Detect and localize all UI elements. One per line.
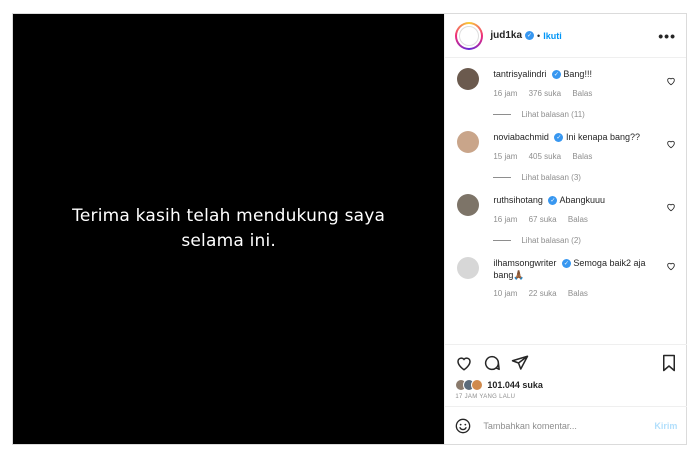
liker-avatar <box>471 379 484 391</box>
comment-username[interactable]: tantrisyalindri <box>493 69 546 79</box>
verified-badge-icon: ✓ <box>551 70 561 80</box>
heart-icon[interactable] <box>666 202 676 212</box>
more-options-icon[interactable]: ••• <box>658 28 676 44</box>
verified-badge-icon: ✓ <box>554 133 564 143</box>
emoji-icon[interactable] <box>455 418 471 434</box>
post-timestamp: 17 JAM YANG LALU <box>455 394 516 400</box>
follow-button[interactable]: Ikuti <box>543 31 562 41</box>
post-actions: 101.044 suka 17 JAM YANG LALU <box>445 344 688 400</box>
comment-item: ruthsihotang ✓ Abangkuuu 16 jam 67 suka … <box>445 194 686 245</box>
view-replies-label: Lihat balasan (2) <box>521 236 581 245</box>
view-replies-button[interactable]: Lihat balasan (2) <box>493 236 653 245</box>
heart-icon[interactable] <box>666 261 676 271</box>
bookmark-icon[interactable] <box>661 354 677 372</box>
replies-divider <box>493 177 512 178</box>
post-sidebar: jud1ka ✓ • Ikuti ••• tantrisyalindri ✓ B… <box>444 14 688 444</box>
heart-icon[interactable] <box>666 139 676 149</box>
comment-bubble-icon[interactable] <box>483 354 501 372</box>
commenter-avatar[interactable] <box>457 131 480 153</box>
reply-button[interactable]: Balas <box>572 89 592 98</box>
comment-username[interactable]: ruthsihotang <box>493 195 543 205</box>
reply-button[interactable]: Balas <box>572 152 592 161</box>
avatar-image <box>459 25 480 46</box>
reply-button[interactable]: Balas <box>568 289 588 298</box>
share-send-icon[interactable] <box>511 354 529 372</box>
likes-number: 101.044 <box>487 380 520 390</box>
verified-badge-icon: ✓ <box>525 31 535 40</box>
comment-input[interactable]: Tambahkan komentar... <box>483 421 577 431</box>
verified-badge-icon: ✓ <box>548 196 558 206</box>
commenter-avatar[interactable] <box>457 194 480 216</box>
heart-icon[interactable] <box>666 76 676 86</box>
reply-button[interactable]: Balas <box>568 215 588 224</box>
author-avatar[interactable] <box>455 21 484 50</box>
like-heart-icon[interactable] <box>455 354 473 372</box>
comment-text: Ini kenapa bang?? <box>565 132 641 142</box>
comment-item: tantrisyalindri ✓ Bang!!! 16 jam 376 suk… <box>445 68 686 119</box>
post-comment-button[interactable]: Kirim <box>654 421 677 431</box>
comment-text: Abangkuuu <box>559 195 605 205</box>
comment-time: 10 jam <box>493 289 518 298</box>
comment-username[interactable]: noviabachmid <box>493 132 549 142</box>
comment-item: noviabachmid ✓ Ini kenapa bang?? 15 jam … <box>445 131 686 182</box>
comment-text: Bang!!! <box>563 69 592 79</box>
post-frame: Terima kasih telah mendukung saya selama… <box>12 13 688 445</box>
comment-time: 16 jam <box>493 215 518 224</box>
likes-row[interactable]: 101.044 suka <box>455 379 677 391</box>
comments-list[interactable]: tantrisyalindri ✓ Bang!!! 16 jam 376 suk… <box>445 58 686 344</box>
commenter-avatar[interactable] <box>457 68 480 90</box>
view-replies-label: Lihat balasan (11) <box>521 110 585 119</box>
header-separator: • <box>537 30 541 41</box>
add-comment-bar: Tambahkan komentar... Kirim <box>445 406 688 444</box>
comment-item: ilhamsongwriter ✓ Semoga baik2 aja bang🙏… <box>445 257 686 298</box>
comment-likes[interactable]: 376 suka <box>529 89 561 98</box>
media-caption-text: Terima kasih telah mendukung saya selama… <box>72 206 386 251</box>
commenter-avatar[interactable] <box>457 257 480 279</box>
replies-divider <box>493 240 512 241</box>
replies-divider <box>493 114 512 115</box>
likes-count[interactable]: 101.044 suka <box>487 380 543 390</box>
comment-likes[interactable]: 22 suka <box>529 289 557 298</box>
verified-badge-icon: ✓ <box>561 259 571 269</box>
action-icons-row <box>455 353 677 373</box>
comment-time: 16 jam <box>493 89 518 98</box>
comment-username[interactable]: ilhamsongwriter <box>493 258 556 268</box>
view-replies-button[interactable]: Lihat balasan (3) <box>493 173 653 182</box>
comment-likes[interactable]: 405 suka <box>529 152 561 161</box>
post-header: jud1ka ✓ • Ikuti ••• <box>445 14 686 58</box>
author-username[interactable]: jud1ka <box>490 30 522 41</box>
view-replies-label: Lihat balasan (3) <box>521 173 581 182</box>
post-media[interactable]: Terima kasih telah mendukung saya selama… <box>13 14 445 444</box>
comment-likes[interactable]: 67 suka <box>529 215 557 224</box>
view-replies-button[interactable]: Lihat balasan (11) <box>493 110 653 119</box>
comment-time: 15 jam <box>493 152 518 161</box>
likes-suffix: suka <box>519 380 543 390</box>
